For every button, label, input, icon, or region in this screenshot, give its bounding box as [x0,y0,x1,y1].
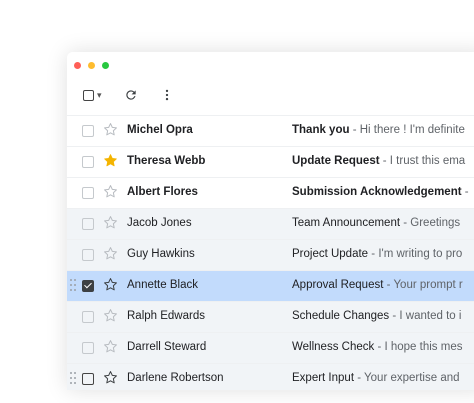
email-preview: I hope this mes [384,341,463,353]
chevron-down-icon[interactable]: ▾ [97,90,102,101]
email-row[interactable]: Darrell Steward Wellness Check - I hope … [67,332,474,363]
email-subject: Wellness Check [292,341,375,353]
email-sender: Annette Black [127,279,198,291]
title-bar [67,52,474,78]
snippet-separator: - [461,186,469,198]
snippet-separator: - [374,341,385,353]
email-snippet: Thank you - Hi there ! I'm definite [292,124,474,136]
row-checkbox[interactable] [82,156,94,168]
email-row[interactable]: Ralph Edwards Schedule Changes - I wante… [67,301,474,332]
email-preview: I'm writing to pro [378,248,463,260]
email-subject: Thank you [292,124,350,136]
email-sender: Darrell Steward [127,341,207,353]
star-icon[interactable] [103,370,118,390]
email-snippet: Project Update - I'm writing to pro [292,248,474,260]
email-row-selected[interactable]: Annette Black Approval Request - Your pr… [67,270,474,301]
email-sender: Albert Flores [127,186,198,198]
email-sender: Michel Opra [127,124,193,136]
minimize-window-button[interactable] [88,62,95,69]
email-snippet: Approval Request - Your prompt r [292,279,474,291]
email-toolbar: ▾ [67,80,474,114]
star-icon[interactable] [103,308,118,328]
close-window-button[interactable] [74,62,81,69]
maximize-window-button[interactable] [102,62,109,69]
email-subject: Submission Acknowledgement [292,186,462,198]
more-vert-icon[interactable] [160,88,174,107]
email-subject: Update Request [292,155,380,167]
email-sender: Darlene Robertson [127,372,224,384]
select-all-checkbox[interactable] [83,90,94,101]
snippet-separator: - [400,217,411,229]
email-snippet: Schedule Changes - I wanted to i [292,310,474,322]
email-row[interactable]: Albert Flores Submission Acknowledgement… [67,177,474,208]
email-snippet: Wellness Check - I hope this mes [292,341,474,353]
email-sender: Jacob Jones [127,217,192,229]
snippet-separator: - [368,248,379,260]
email-snippet: Expert Input - Your expertise and [292,372,474,384]
email-snippet: Submission Acknowledgement - [292,186,474,198]
snippet-separator: - [379,155,390,167]
star-icon[interactable] [103,122,118,142]
row-checkbox[interactable] [82,187,94,199]
email-subject: Project Update [292,248,369,260]
email-sender: Theresa Webb [127,155,206,167]
drag-handle-icon[interactable] [70,372,76,386]
star-icon[interactable] [103,339,118,359]
row-checkbox[interactable] [82,249,94,261]
email-subject: Expert Input [292,372,355,384]
snippet-separator: - [354,372,365,384]
email-row[interactable]: Guy Hawkins Project Update - I'm writing… [67,239,474,270]
row-checkbox[interactable] [82,311,94,323]
row-checkbox[interactable] [82,373,94,385]
email-subject: Team Announcement [292,217,401,229]
star-icon[interactable] [103,246,118,266]
star-icon[interactable] [103,277,118,297]
snippet-separator: - [383,279,394,291]
drag-handle-icon[interactable] [70,279,76,293]
email-client-window: ▾ Michel Opra Thank you - Hi there ! I'm… [67,52,474,390]
star-icon[interactable] [103,215,118,235]
row-checkbox[interactable] [82,218,94,230]
row-checkbox[interactable] [82,342,94,354]
email-snippet: Update Request - I trust this ema [292,155,474,167]
email-subject: Approval Request [292,279,384,291]
email-row[interactable]: Theresa Webb Update Request - I trust th… [67,146,474,177]
refresh-icon[interactable] [124,88,138,107]
email-preview: Hi there ! I'm definite [359,124,465,136]
snippet-separator: - [349,124,360,136]
email-subject: Schedule Changes [292,310,390,322]
row-checkbox[interactable] [82,125,94,137]
snippet-separator: - [389,310,400,322]
email-preview: Greetings [410,217,461,229]
email-preview: I wanted to i [399,310,462,322]
email-row[interactable]: Jacob Jones Team Announcement - Greeting… [67,208,474,239]
star-filled-icon[interactable] [103,153,118,173]
email-preview: Your prompt r [393,279,463,291]
email-list: Michel Opra Thank you - Hi there ! I'm d… [67,115,474,390]
email-sender: Guy Hawkins [127,248,195,260]
row-checkbox-checked[interactable] [82,280,94,292]
email-sender: Ralph Edwards [127,310,205,322]
star-icon[interactable] [103,184,118,204]
email-row[interactable]: Darlene Robertson Expert Input - Your ex… [67,363,474,390]
email-preview: Your expertise and [364,372,460,384]
email-preview: I trust this ema [389,155,466,167]
email-snippet: Team Announcement - Greetings [292,217,474,229]
checkmark-icon [84,280,92,289]
email-row[interactable]: Michel Opra Thank you - Hi there ! I'm d… [67,115,474,146]
